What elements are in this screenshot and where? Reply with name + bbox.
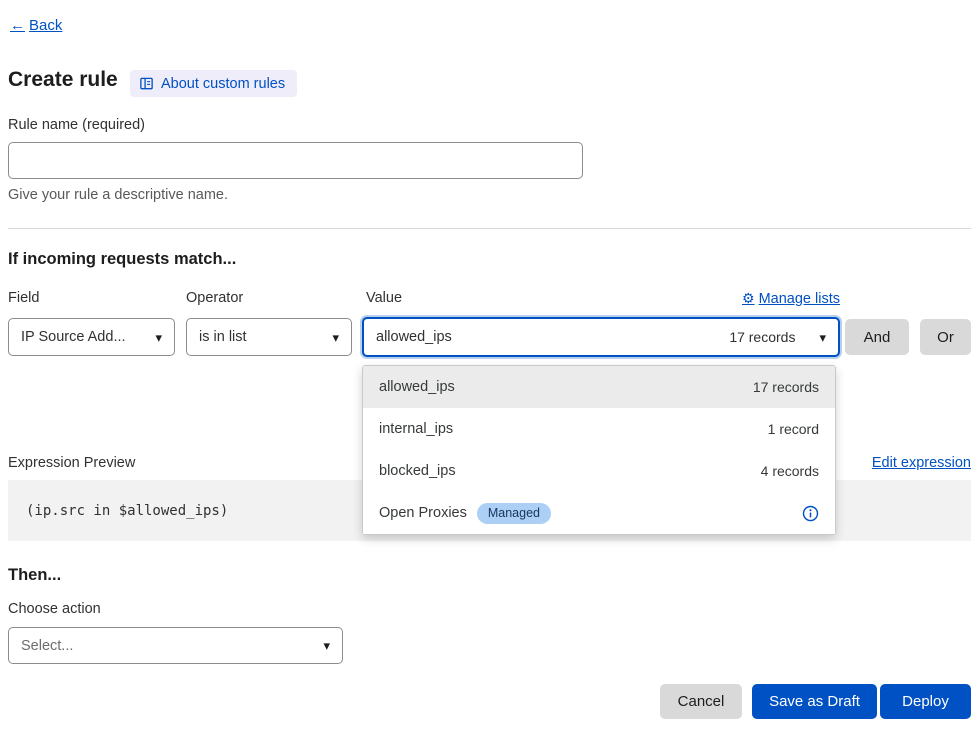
value-select-records: 17 records <box>729 329 795 345</box>
page-title: Create rule <box>8 68 118 92</box>
rule-name-input[interactable] <box>8 142 583 179</box>
list-option-blocked-ips[interactable]: blocked_ips 4 records <box>363 450 835 492</box>
expression-code: (ip.src in $allowed_ips) <box>26 503 228 519</box>
and-button[interactable]: And <box>845 319 909 355</box>
back-link-label: Back <box>29 17 62 34</box>
operator-label: Operator <box>186 290 243 306</box>
list-option-records: 4 records <box>761 463 819 479</box>
action-select-placeholder: Select... <box>21 638 73 654</box>
about-custom-rules-link[interactable]: About custom rules <box>130 70 297 97</box>
value-label: Value <box>366 290 402 306</box>
cancel-button[interactable]: Cancel <box>660 684 742 719</box>
or-button[interactable]: Or <box>920 319 971 355</box>
list-option-name: internal_ips <box>379 421 453 437</box>
value-select-value: allowed_ips <box>376 329 452 345</box>
edit-expression-link[interactable]: Edit expression <box>872 455 971 471</box>
section-divider <box>8 228 971 229</box>
list-option-name: allowed_ips <box>379 379 455 395</box>
chevron-down-icon: ▾ <box>332 331 339 344</box>
manage-lists-label: Manage lists <box>759 291 840 307</box>
operator-select-value: is in list <box>199 329 247 345</box>
operator-select[interactable]: is in list ▾ <box>186 318 352 356</box>
list-option-records: 1 record <box>768 421 819 437</box>
about-custom-rules-label: About custom rules <box>161 76 285 92</box>
docs-icon <box>139 76 154 91</box>
value-select[interactable]: allowed_ips 17 records ▾ <box>362 317 840 357</box>
choose-action-label: Choose action <box>8 601 101 617</box>
deploy-button[interactable]: Deploy <box>880 684 971 719</box>
list-option-internal-ips[interactable]: internal_ips 1 record <box>363 408 835 450</box>
manage-lists-link[interactable]: ⚙Manage lists <box>742 290 840 307</box>
action-select[interactable]: Select... ▾ <box>8 627 343 664</box>
match-section-heading: If incoming requests match... <box>8 250 236 269</box>
list-option-name: blocked_ips <box>379 463 456 479</box>
expression-preview-label: Expression Preview <box>8 455 135 471</box>
chevron-down-icon: ▾ <box>819 331 826 344</box>
info-icon[interactable] <box>802 505 819 522</box>
rule-name-label: Rule name (required) <box>8 117 145 133</box>
list-option-allowed-ips[interactable]: allowed_ips 17 records <box>363 366 835 408</box>
back-arrow-icon: ← <box>10 17 25 34</box>
field-label: Field <box>8 290 39 306</box>
list-option-name: Open Proxies <box>379 505 467 521</box>
list-dropdown-menu: allowed_ips 17 records internal_ips 1 re… <box>362 365 836 535</box>
field-select-value: IP Source Add... <box>21 329 126 345</box>
gear-icon: ⚙ <box>742 290 755 307</box>
rule-name-helper: Give your rule a descriptive name. <box>8 187 228 203</box>
back-link[interactable]: ←Back <box>10 17 62 34</box>
list-option-records: 17 records <box>753 379 819 395</box>
managed-badge: Managed <box>477 503 551 524</box>
chevron-down-icon: ▾ <box>155 331 162 344</box>
chevron-down-icon: ▾ <box>323 639 330 652</box>
save-as-draft-button[interactable]: Save as Draft <box>752 684 877 719</box>
then-section-heading: Then... <box>8 566 61 585</box>
field-select[interactable]: IP Source Add... ▾ <box>8 318 175 356</box>
list-option-open-proxies[interactable]: Open Proxies Managed <box>363 492 835 534</box>
create-rule-page: ←Back Create rule About custom rules Rul… <box>0 0 979 739</box>
